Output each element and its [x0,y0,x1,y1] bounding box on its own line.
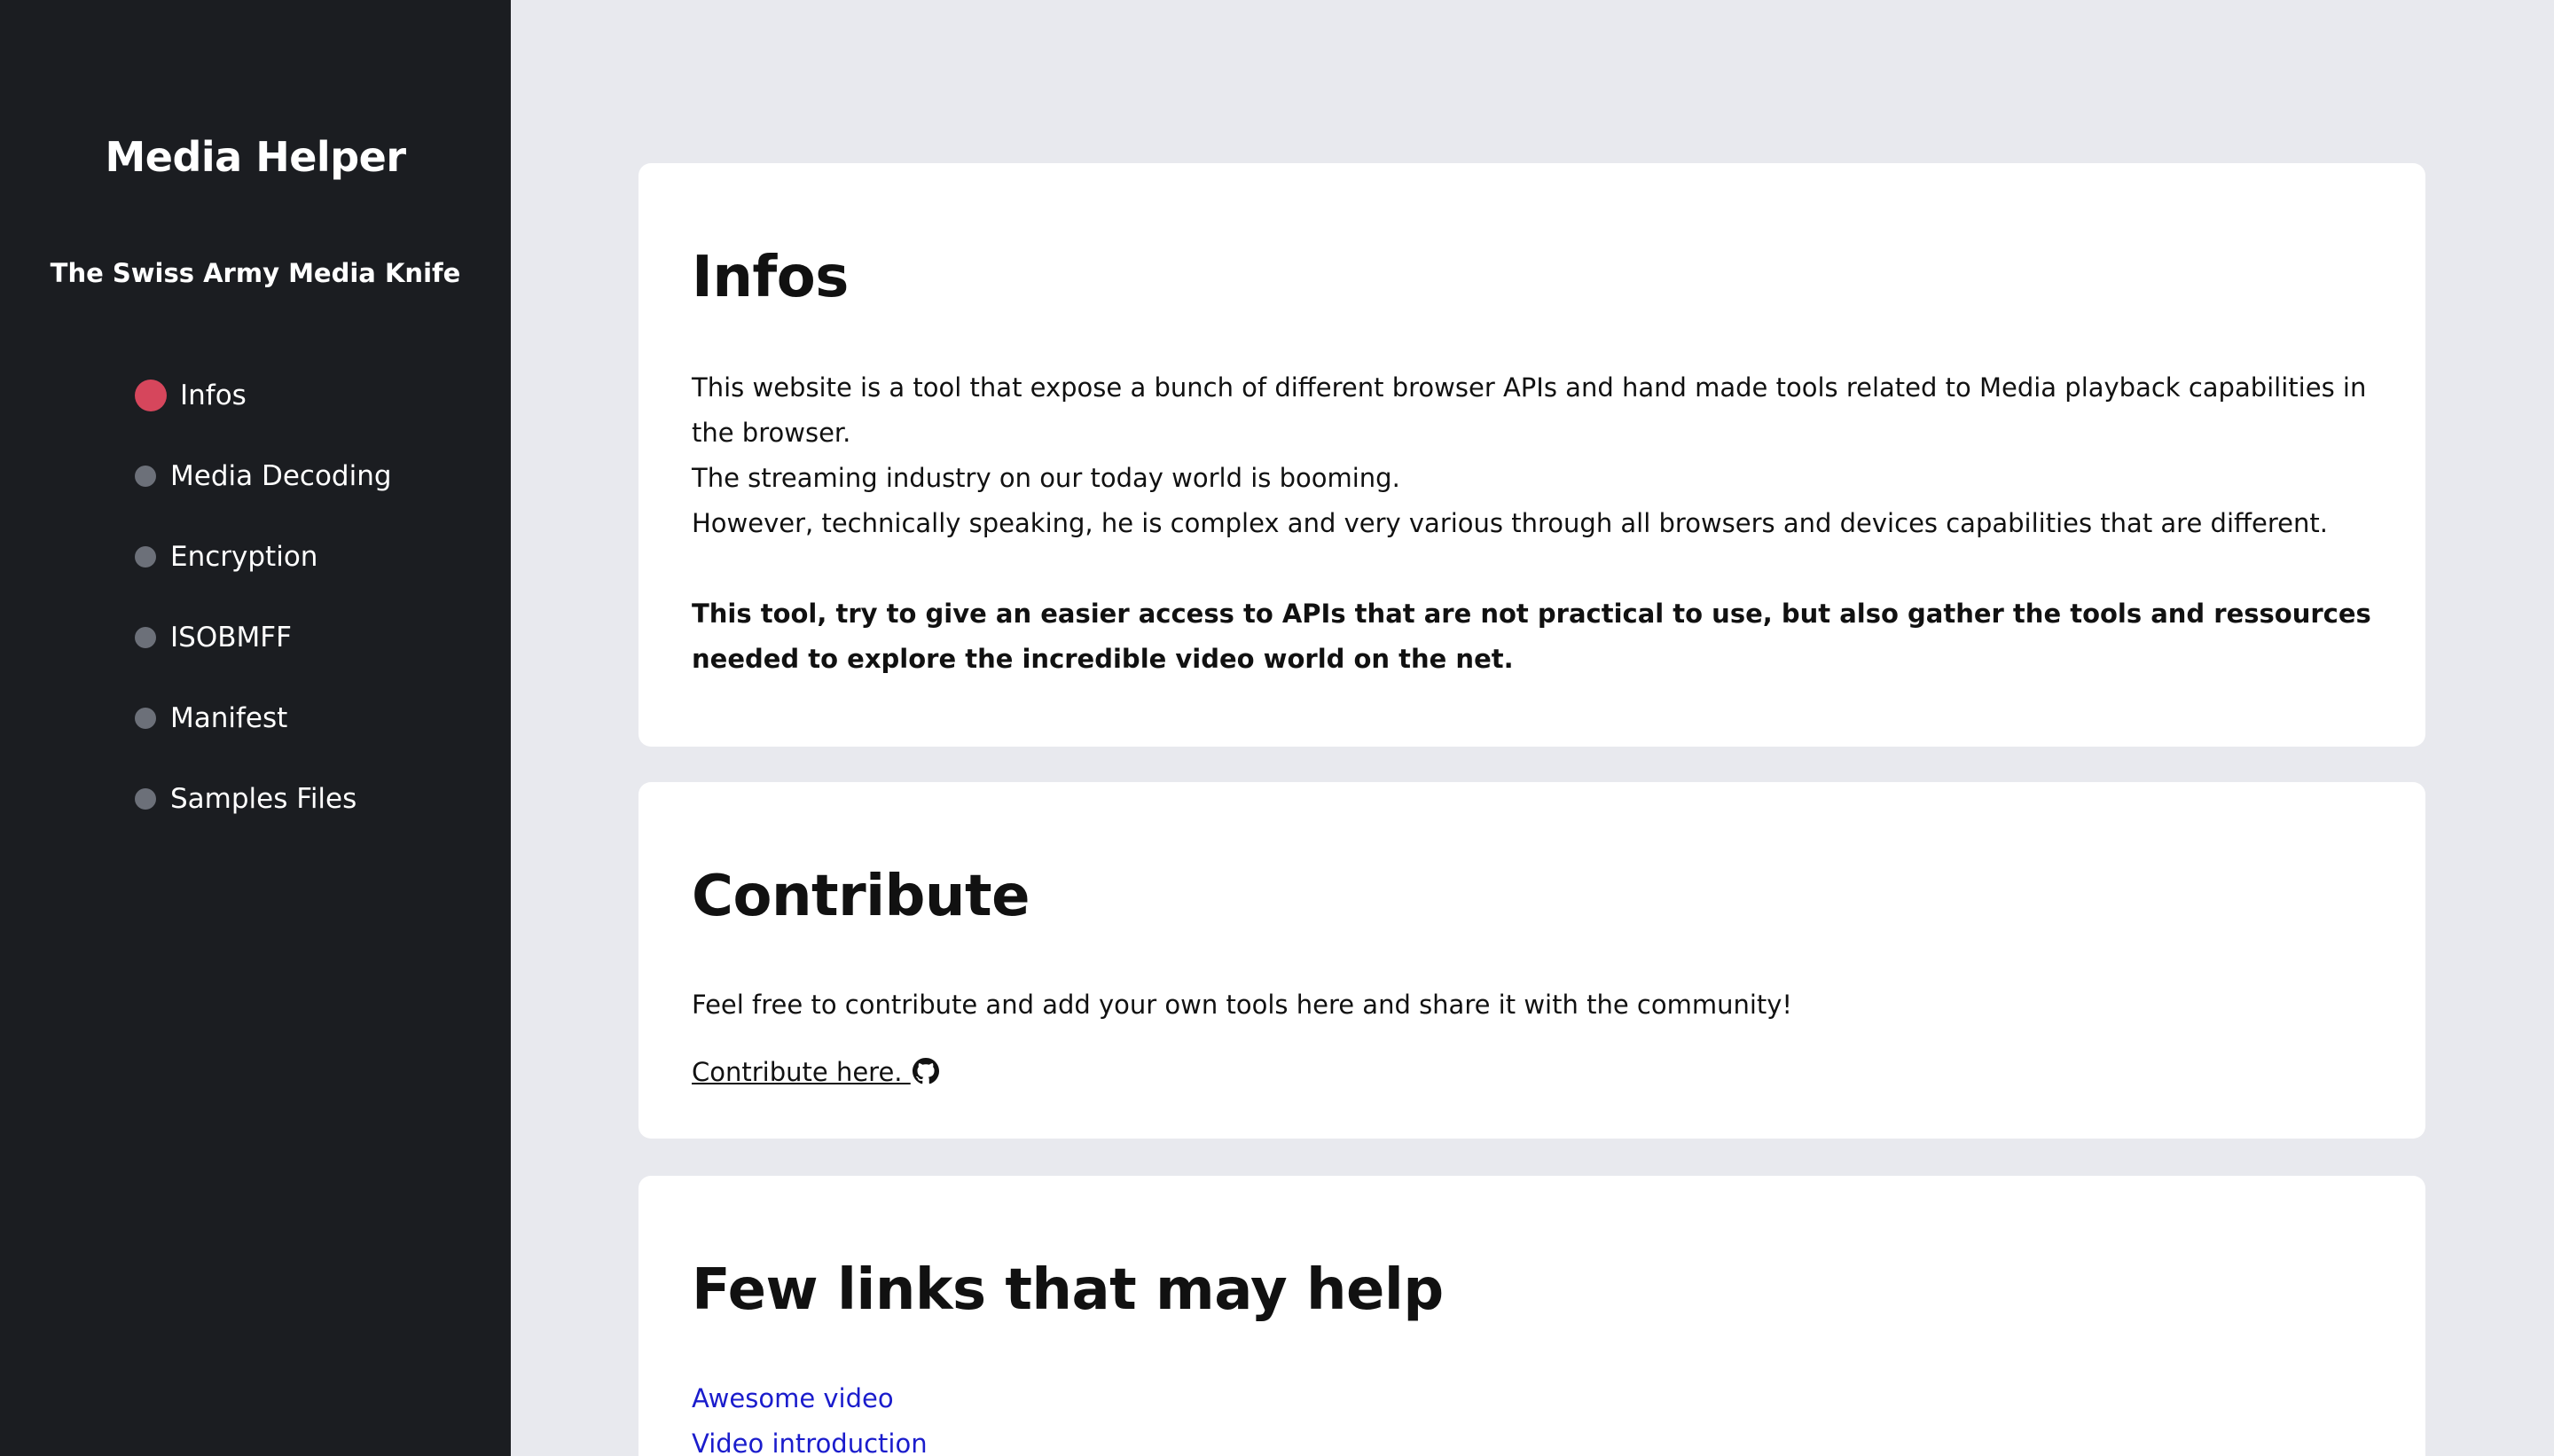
sidebar-item-label: Media Decoding [170,459,392,492]
infos-line: This website is a tool that expose a bun… [692,372,2367,448]
links-list: Awesome video Video introduction [692,1376,928,1456]
main-content: Infos This website is a tool that expose… [511,0,2554,1456]
sidebar-item-samples-files[interactable]: Samples Files [135,758,392,839]
dot-icon [135,626,156,648]
sidebar-item-label: Infos [180,379,247,411]
dot-icon [135,545,156,568]
sidebar-item-encryption[interactable]: Encryption [135,516,392,597]
infos-line: However, technically speaking, he is com… [692,508,2328,538]
sidebar-item-label: Manifest [170,701,288,734]
infos-title: Infos [692,245,849,310]
infos-bold-text: This tool, try to give an easier access … [692,599,2371,674]
sidebar-item-isobmff[interactable]: ISOBMFF [135,597,392,677]
contribute-link[interactable]: Contribute here. [692,1057,911,1087]
infos-body: This website is a tool that expose a bun… [692,365,2372,682]
sidebar-item-label: Encryption [170,540,318,573]
dot-icon [135,707,156,729]
sidebar-item-infos[interactable]: Infos [135,355,392,435]
contribute-card: Contribute Feel free to contribute and a… [638,782,2425,1139]
links-card: Few links that may help Awesome video Vi… [638,1176,2425,1456]
app-subtitle: The Swiss Army Media Knife [50,258,461,288]
github-icon[interactable] [912,1058,939,1091]
dot-icon [135,465,156,487]
app-title: Media Helper [105,133,407,181]
active-dot-icon [135,379,167,411]
dot-icon [135,787,156,810]
infos-card: Infos This website is a tool that expose… [638,163,2425,747]
sidebar-item-label: ISOBMFF [170,621,292,654]
links-title: Few links that may help [692,1257,1444,1323]
sidebar-item-manifest[interactable]: Manifest [135,677,392,758]
infos-line: The streaming industry on our today worl… [692,463,1400,493]
contribute-link-label: Contribute here. [692,1057,911,1087]
sidebar-nav: Infos Media Decoding Encryption ISOBMFF … [135,355,392,839]
contribute-title: Contribute [692,864,1030,929]
contribute-text: Feel free to contribute and add your own… [692,990,1793,1020]
sidebar: Media Helper The Swiss Army Media Knife … [0,0,511,1456]
sidebar-item-media-decoding[interactable]: Media Decoding [135,435,392,516]
link-awesome-video[interactable]: Awesome video [692,1376,928,1421]
contribute-link-line: Contribute here. [692,1057,939,1091]
sidebar-item-label: Samples Files [170,782,357,815]
link-video-introduction[interactable]: Video introduction [692,1421,928,1456]
